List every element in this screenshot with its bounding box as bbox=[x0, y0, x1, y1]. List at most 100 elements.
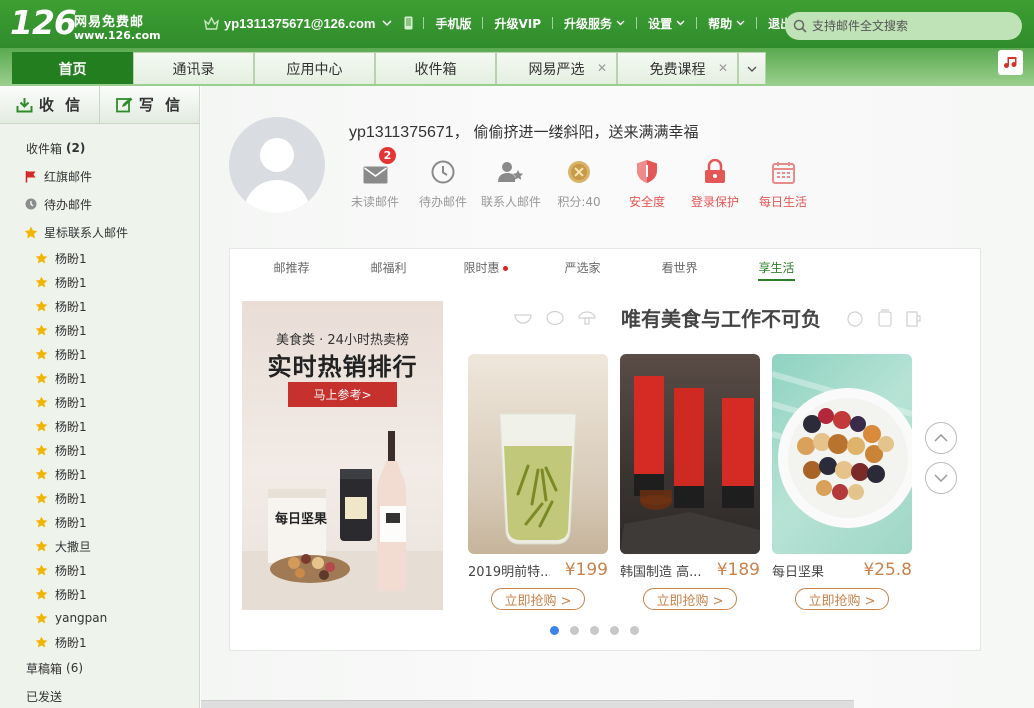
ctab-life[interactable]: 享生活 bbox=[728, 259, 825, 283]
close-icon[interactable]: ✕ bbox=[597, 61, 607, 75]
starred-contact-item[interactable]: 杨盼1 bbox=[0, 390, 199, 414]
compose-button[interactable]: 写 信 bbox=[100, 86, 199, 123]
carousel-dot[interactable] bbox=[630, 626, 639, 635]
ctab-world[interactable]: 看世界 bbox=[631, 259, 728, 283]
tab-more-button[interactable] bbox=[738, 52, 766, 84]
carousel-dot[interactable] bbox=[550, 626, 559, 635]
tab-contacts[interactable]: 通讯录 bbox=[133, 52, 254, 84]
crown-icon bbox=[204, 16, 219, 30]
product-card[interactable]: 2019明前特... ¥199 立即抢购 > bbox=[468, 354, 608, 610]
stat-todo[interactable]: 待办邮件 bbox=[409, 156, 477, 210]
buy-now-button[interactable]: 立即抢购 > bbox=[643, 588, 737, 610]
tab-label: 免费课程 bbox=[649, 61, 706, 78]
star-icon bbox=[24, 226, 38, 239]
folder-inbox[interactable]: 收件箱 (2) bbox=[0, 134, 199, 162]
stat-label: 积分:40 bbox=[557, 195, 601, 209]
horizontal-scrollbar[interactable] bbox=[201, 700, 854, 708]
tab-home[interactable]: 首页 bbox=[12, 52, 133, 84]
starred-contact-item[interactable]: 杨盼1 bbox=[0, 582, 199, 606]
close-icon[interactable]: ✕ bbox=[718, 61, 728, 75]
phone-icon[interactable] bbox=[404, 16, 413, 30]
tab-yanxuan[interactable]: 网易严选 ✕ bbox=[496, 52, 617, 84]
starred-contact-item[interactable]: 杨盼1 bbox=[0, 414, 199, 438]
music-note-icon bbox=[1003, 55, 1018, 70]
starred-contact-item[interactable]: 杨盼1 bbox=[0, 558, 199, 582]
nav-mobile[interactable]: 手机版 bbox=[435, 15, 471, 32]
starred-contact-item[interactable]: 杨盼1 bbox=[0, 486, 199, 510]
tab-label: 通讯录 bbox=[172, 61, 215, 78]
section-title-text: 唯有美食与工作不可负 bbox=[621, 307, 821, 331]
stat-label: 登录保护 bbox=[690, 195, 739, 209]
folder-red-flag[interactable]: 红旗邮件 bbox=[0, 162, 199, 190]
stat-points[interactable]: 积分:40 bbox=[545, 156, 613, 210]
hot-sale-banner[interactable]: 美食类 · 24小时热卖榜 实时热销排行 马上参考> 每日坚果 bbox=[242, 301, 443, 610]
product-card[interactable]: 韩国制造 高... ¥189 立即抢购 > bbox=[620, 354, 760, 610]
buy-now-button[interactable]: 立即抢购 > bbox=[795, 588, 889, 610]
starred-contact-item[interactable]: 杨盼1 bbox=[0, 294, 199, 318]
red-flag-icon bbox=[24, 170, 38, 183]
user-email[interactable]: yp1311375671@126.com bbox=[224, 16, 375, 31]
search-input[interactable] bbox=[812, 19, 1012, 33]
mushroom-icon bbox=[578, 310, 596, 326]
starred-contact-item[interactable]: 杨盼1 bbox=[0, 270, 199, 294]
starred-contact-item[interactable]: 杨盼1 bbox=[0, 318, 199, 342]
search-box[interactable] bbox=[785, 12, 1022, 40]
starred-contact-item[interactable]: 杨盼1 bbox=[0, 366, 199, 390]
folder-todo[interactable]: 待办邮件 bbox=[0, 190, 199, 218]
starred-contact-item[interactable]: yangpan bbox=[0, 606, 199, 630]
ctab-recommend[interactable]: 邮推荐 bbox=[243, 259, 340, 283]
starred-contact-item[interactable]: 杨盼1 bbox=[0, 438, 199, 462]
nav-upgrade-service[interactable]: 升级服务 bbox=[564, 15, 625, 32]
stat-label: 每日生活 bbox=[758, 195, 807, 209]
product-card[interactable]: 每日坚果 ¥25.8 立即抢购 > bbox=[772, 354, 912, 610]
stat-login-protect[interactable]: 登录保护 bbox=[681, 156, 749, 210]
stat-unread[interactable]: 2 未读邮件 bbox=[341, 147, 409, 210]
buy-now-button[interactable]: 立即抢购 > bbox=[491, 588, 585, 610]
folder-sent[interactable]: 已发送 bbox=[0, 682, 199, 708]
nav-help[interactable]: 帮助 bbox=[708, 15, 745, 32]
chevron-down-icon bbox=[736, 20, 745, 26]
product-list: 2019明前特... ¥199 立即抢购 > 韩国制造 高... ¥189 立即抢购… bbox=[468, 354, 924, 610]
tab-inbox[interactable]: 收件箱 bbox=[375, 52, 496, 84]
starred-contact-item[interactable]: 大撒旦 bbox=[0, 534, 199, 558]
carousel-dot[interactable] bbox=[570, 626, 579, 635]
music-button[interactable] bbox=[998, 50, 1023, 75]
stat-daily-life[interactable]: 每日生活 bbox=[749, 156, 817, 210]
chevron-down-icon bbox=[747, 66, 757, 72]
tab-label: 首页 bbox=[58, 61, 87, 78]
star-icon bbox=[35, 444, 48, 456]
product-price: ¥189 bbox=[716, 560, 760, 580]
tab-app-center[interactable]: 应用中心 bbox=[254, 52, 375, 84]
folder-starred[interactable]: 星标联系人邮件 bbox=[0, 218, 199, 246]
nav-settings[interactable]: 设置 bbox=[648, 15, 685, 32]
avatar[interactable] bbox=[229, 117, 325, 213]
greeting-text: ， 偷偷挤进一缕斜阳，送来满满幸福 bbox=[453, 123, 699, 141]
starred-contact-item[interactable]: 杨盼1 bbox=[0, 462, 199, 486]
starred-contact-item[interactable]: 杨盼1 bbox=[0, 510, 199, 534]
ctab-welfare[interactable]: 邮福利 bbox=[340, 259, 437, 283]
carousel-dot[interactable] bbox=[610, 626, 619, 635]
stat-security[interactable]: 安全度 bbox=[613, 156, 681, 210]
scroll-up-button[interactable] bbox=[925, 422, 957, 454]
logo-number[interactable]: 126 bbox=[10, 6, 77, 40]
folder-drafts[interactable]: 草稿箱 (6) bbox=[0, 654, 199, 682]
scroll-down-button[interactable] bbox=[925, 462, 957, 494]
contact-name: 杨盼1 bbox=[55, 347, 87, 362]
carousel-dot[interactable] bbox=[590, 626, 599, 635]
starred-contact-item[interactable]: 杨盼1 bbox=[0, 630, 199, 654]
stat-contact-mail[interactable]: 联系人邮件 bbox=[477, 156, 545, 210]
nav-separator bbox=[756, 17, 758, 29]
tab-free-course[interactable]: 免费课程 ✕ bbox=[617, 52, 738, 84]
nav-upgrade-vip[interactable]: 升级VIP bbox=[494, 15, 541, 32]
starred-contact-item[interactable]: 杨盼1 bbox=[0, 246, 199, 270]
folder-label: 待办邮件 bbox=[44, 197, 93, 212]
ctab-limited-offer[interactable]: 限时惠 bbox=[437, 259, 534, 283]
chevron-down-icon bbox=[934, 474, 948, 482]
contact-name: 杨盼1 bbox=[55, 515, 87, 530]
star-icon bbox=[35, 636, 48, 648]
starred-contact-item[interactable]: 杨盼1 bbox=[0, 342, 199, 366]
chevron-down-icon[interactable] bbox=[382, 20, 392, 26]
receive-mail-button[interactable]: 收 信 bbox=[0, 86, 100, 123]
contact-name: 杨盼1 bbox=[55, 467, 87, 482]
ctab-yanxuan[interactable]: 严选家 bbox=[534, 259, 631, 283]
